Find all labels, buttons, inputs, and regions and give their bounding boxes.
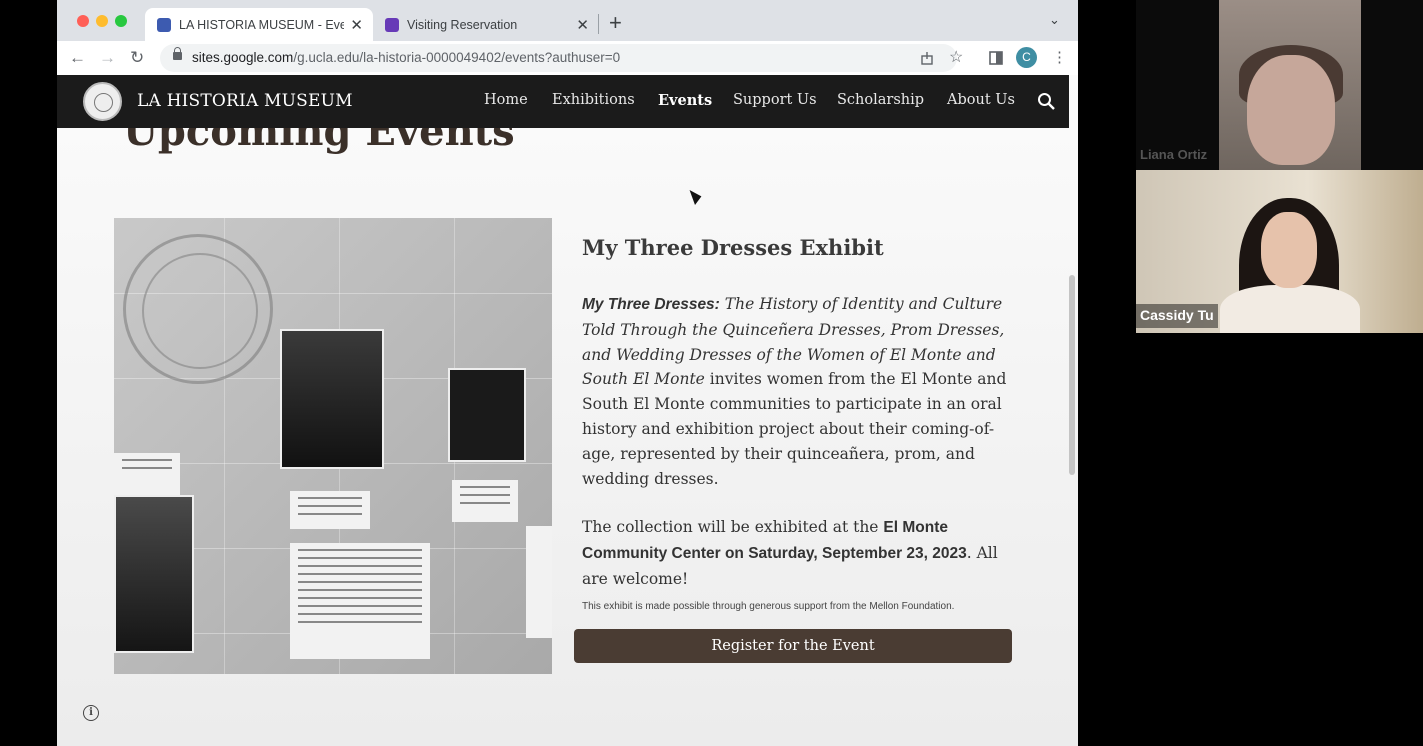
address-bar[interactable]: sites.google.com/g.ucla.edu/la-historia-… [160, 44, 957, 72]
caption-card [290, 491, 370, 529]
page-scrollbar[interactable] [1069, 275, 1075, 475]
tab-strip: LA HISTORIA MUSEUM - Event ✕ Visiting Re… [57, 0, 1078, 41]
browser-window: LA HISTORIA MUSEUM - Event ✕ Visiting Re… [57, 0, 1078, 746]
back-arrow-icon[interactable]: ← [69, 47, 86, 69]
tab-close-icon[interactable]: ✕ [350, 16, 363, 34]
caption-card [526, 526, 552, 638]
site-title[interactable]: LA HISTORIA MUSEUM [137, 91, 353, 111]
lock-icon[interactable] [173, 47, 182, 60]
bookmark-star-icon[interactable]: ☆ [949, 47, 963, 69]
participant-name: Cassidy Tu [1136, 304, 1218, 328]
new-tab-icon[interactable]: + [609, 11, 622, 35]
participant-name: Liana Ortiz [1140, 147, 1208, 162]
sponsor-note: This exhibit is made possible through ge… [582, 601, 955, 612]
mouse-cursor-icon [689, 186, 704, 206]
close-window-button[interactable] [77, 15, 89, 27]
browser-menu-icon[interactable]: ⋮ [1052, 47, 1067, 69]
reload-icon[interactable]: ↻ [130, 47, 144, 69]
nav-exhibitions[interactable]: Exhibitions [552, 92, 635, 108]
profile-avatar[interactable]: C [1016, 47, 1037, 68]
caption-card [452, 480, 518, 522]
tab-divider [598, 14, 599, 34]
video-tile-liana[interactable]: Liana Ortiz [1136, 0, 1423, 170]
side-panel-icon[interactable] [989, 51, 1003, 65]
google-sites-icon [157, 17, 171, 32]
web-page: LA HISTORIA MUSEUM Home Exhibitions Even… [57, 75, 1078, 746]
minimize-window-button[interactable] [96, 15, 108, 27]
google-forms-icon [385, 17, 399, 32]
exhibit-photo [114, 218, 552, 674]
browser-toolbar: ← → ↻ sites.google.com/g.ucla.edu/la-his… [57, 41, 1078, 75]
register-button[interactable]: Register for the Event [574, 629, 1012, 663]
framed-photo [114, 495, 194, 653]
info-icon[interactable]: i [83, 705, 99, 721]
forward-arrow-icon[interactable]: → [99, 47, 116, 69]
historical-society-seal-image [123, 234, 273, 384]
tab-search-chevron-icon[interactable]: ⌄ [1049, 12, 1060, 28]
maximize-window-button[interactable] [115, 15, 127, 27]
caption-card [114, 453, 180, 495]
tab-la-historia[interactable]: LA HISTORIA MUSEUM - Event ✕ [145, 8, 373, 41]
search-icon[interactable] [1037, 92, 1056, 111]
nav-scholarship[interactable]: Scholarship [837, 92, 924, 108]
framed-photo [448, 368, 526, 462]
tab-close-icon[interactable]: ✕ [576, 16, 589, 34]
nav-about-us[interactable]: About Us [947, 92, 1015, 108]
event-description: My Three Dresses: The History of Identit… [582, 295, 1007, 488]
nav-events[interactable]: Events [658, 92, 712, 109]
video-tile-cassidy[interactable]: Cassidy Tu [1136, 170, 1423, 333]
participant-video [1219, 0, 1361, 170]
nav-home[interactable]: Home [484, 92, 528, 108]
museum-logo[interactable] [83, 82, 122, 121]
site-navigation-bar: LA HISTORIA MUSEUM Home Exhibitions Even… [57, 75, 1069, 128]
wedding-photo [280, 329, 384, 469]
caption-card [290, 543, 430, 659]
event-title: My Three Dresses Exhibit [582, 235, 884, 260]
nav-support-us[interactable]: Support Us [733, 92, 817, 108]
event-venue-text: The collection will be exhibited at the … [582, 518, 998, 588]
share-icon[interactable] [920, 51, 934, 65]
tab-visiting-reservation[interactable]: Visiting Reservation ✕ [373, 8, 599, 41]
url-text[interactable]: sites.google.com/g.ucla.edu/la-historia-… [192, 50, 620, 65]
